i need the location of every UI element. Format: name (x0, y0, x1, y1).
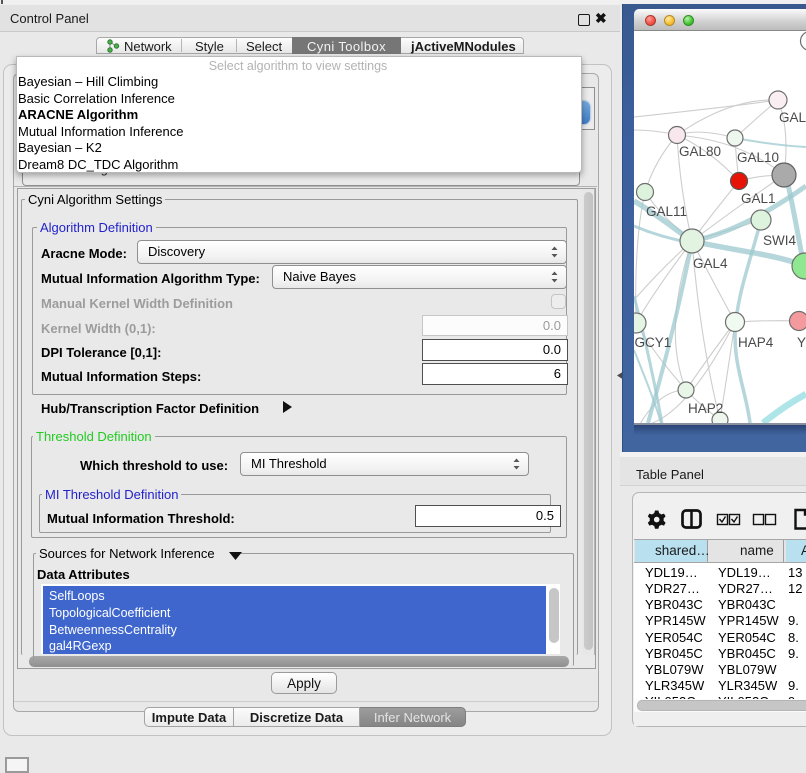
svg-text:GAL3: GAL3 (779, 110, 806, 125)
svg-text:HAP2: HAP2 (688, 401, 723, 416)
svg-text:HAP4: HAP4 (738, 335, 774, 350)
svg-text:YEL: YEL (797, 335, 806, 350)
svg-text:GCY1: GCY1 (635, 335, 672, 350)
svg-text:GAL10: GAL10 (737, 150, 779, 165)
svg-text:SWI4: SWI4 (763, 233, 796, 248)
svg-text:GAL1: GAL1 (741, 191, 776, 206)
svg-text:GAL80: GAL80 (679, 144, 721, 159)
svg-text:GAL4: GAL4 (693, 256, 728, 271)
svg-text:GAL11: GAL11 (646, 204, 687, 219)
